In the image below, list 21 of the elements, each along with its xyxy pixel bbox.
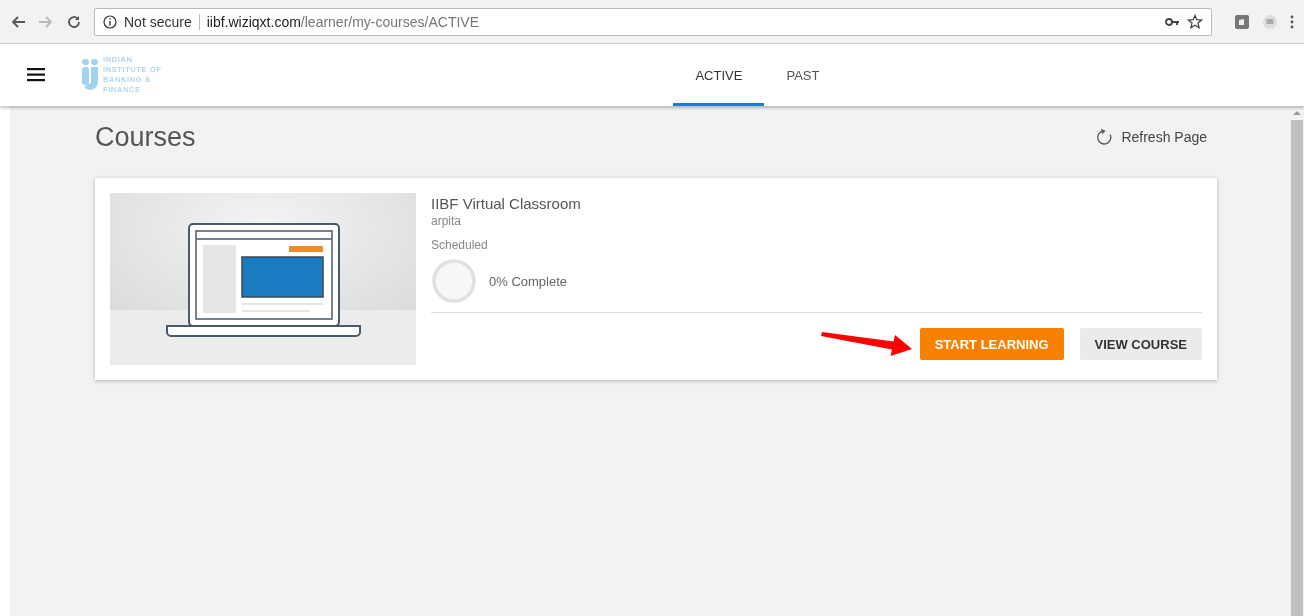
refresh-link[interactable]: Refresh Page <box>1097 129 1207 145</box>
back-icon[interactable] <box>10 13 26 30</box>
course-status: Scheduled <box>431 238 489 252</box>
extension-icon[interactable] <box>1234 13 1250 30</box>
security-label: Not secure <box>124 13 192 30</box>
url-text: iibf.wiziqxt.com/learner/my-courses/ACTIVE <box>206 13 479 30</box>
scroll-up-icon[interactable] <box>1293 110 1301 116</box>
tab[interactable]: PAST <box>764 44 842 106</box>
logo-icon <box>81 57 101 93</box>
address-bar[interactable]: Not secure iibf.wiziqxt.com/learner/my-courses/ACTIVE <box>94 7 1212 36</box>
course-title: IIBF Virtual Classroom <box>431 195 582 212</box>
progress-label: 0% Complete <box>489 273 568 289</box>
refresh-icon <box>1097 129 1114 145</box>
star-icon[interactable] <box>1187 13 1203 30</box>
reload-icon[interactable] <box>66 13 82 30</box>
view-course-button[interactable]: VIEW COURSE <box>1079 328 1202 360</box>
menu-icon[interactable] <box>1290 13 1294 30</box>
page-title: Courses <box>95 121 196 153</box>
menu-icon[interactable] <box>27 68 45 82</box>
info-icon <box>103 14 117 29</box>
course-author: arpita <box>431 214 463 228</box>
